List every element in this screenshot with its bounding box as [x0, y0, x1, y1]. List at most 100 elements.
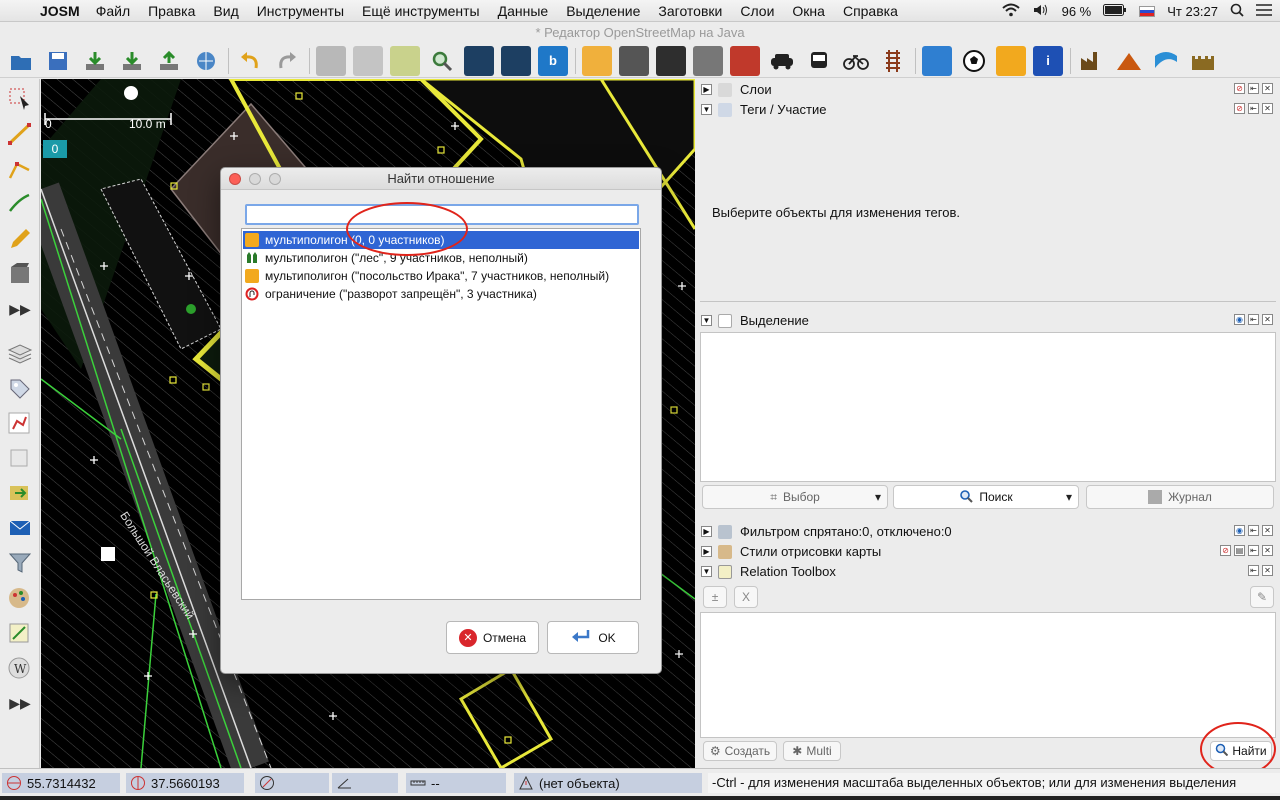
- close-window-button[interactable]: [229, 173, 241, 185]
- preferences-globe-icon[interactable]: [191, 46, 221, 76]
- cancel-button[interactable]: ✕ Отмена: [446, 621, 539, 654]
- bus-icon[interactable]: [804, 46, 834, 76]
- selection-panel-header[interactable]: ▼ Выделение ◉ ⇤ ✕: [701, 311, 1275, 330]
- zoom-window-button[interactable]: [269, 173, 281, 185]
- menu-edit[interactable]: Правка: [148, 3, 195, 19]
- spotlight-search-icon[interactable]: [1230, 3, 1244, 20]
- menu-presets[interactable]: Заготовки: [658, 3, 722, 19]
- shop-icon[interactable]: [996, 45, 1026, 76]
- add-to-relation-button[interactable]: ±: [703, 586, 727, 608]
- collapse-toggle-icon[interactable]: ▼: [701, 315, 712, 326]
- styles-panel-header[interactable]: ▶ Стили отрисовки карты ⊘ ▤ ⇤ ✕: [701, 542, 1275, 561]
- dialog-titlebar[interactable]: Найти отношение: [221, 168, 661, 190]
- wifi-icon[interactable]: [1001, 3, 1020, 20]
- upload-icon[interactable]: [154, 46, 184, 76]
- map-paint-styles-icon[interactable]: [5, 583, 35, 613]
- commands-toggle-icon[interactable]: [5, 443, 35, 473]
- close-panel-icon[interactable]: ✕: [1262, 103, 1273, 114]
- menu-tools[interactable]: Инструменты: [257, 3, 344, 19]
- collapse-toggle-icon[interactable]: ▼: [701, 566, 712, 577]
- water-icon[interactable]: [1151, 46, 1181, 76]
- copy-icon[interactable]: [316, 45, 346, 76]
- close-panel-icon[interactable]: ✕: [1262, 314, 1273, 325]
- conflict-toggle-icon[interactable]: [5, 478, 35, 508]
- undo-icon[interactable]: [235, 46, 265, 76]
- save-icon[interactable]: [43, 46, 73, 76]
- tags-toggle-icon[interactable]: [5, 373, 35, 403]
- pencil-icon[interactable]: [5, 224, 35, 254]
- peak-icon[interactable]: [1114, 46, 1144, 76]
- select-mode-icon[interactable]: [5, 84, 35, 114]
- collapse-toggle-icon[interactable]: ▼: [701, 104, 712, 115]
- menu-data[interactable]: Данные: [498, 3, 549, 19]
- print-icon[interactable]: [353, 45, 383, 76]
- wikipedia-toggle-icon[interactable]: W: [5, 653, 35, 683]
- clock[interactable]: Чт 23:27: [1167, 4, 1218, 19]
- car-icon[interactable]: [767, 46, 797, 76]
- layer-badge[interactable]: 0: [43, 140, 67, 158]
- validator-toggle-icon[interactable]: [5, 513, 35, 543]
- list-item[interactable]: ограничение ("разворот запрещён", 3 учас…: [243, 285, 639, 303]
- close-panel-icon[interactable]: ✕: [1262, 525, 1273, 536]
- multi-button[interactable]: ✱ Multi: [783, 741, 841, 761]
- menu-selection[interactable]: Выделение: [566, 3, 640, 19]
- relation-toolbox-header[interactable]: ▼ Relation Toolbox ⇤ ✕: [701, 562, 1275, 581]
- detach-panel-icon[interactable]: ⇤: [1248, 314, 1259, 325]
- more-panels-icon[interactable]: ▶▶: [5, 688, 35, 718]
- more-modes-icon[interactable]: ▶▶: [5, 294, 35, 324]
- menu-help[interactable]: Справка: [843, 3, 898, 19]
- app-menu[interactable]: JOSM: [40, 3, 80, 19]
- barrier-icon[interactable]: [730, 45, 760, 76]
- expand-toggle-icon[interactable]: ▶: [701, 546, 712, 557]
- download-icon[interactable]: [80, 46, 110, 76]
- menu-view[interactable]: Вид: [213, 3, 238, 19]
- layers-toggle-icon[interactable]: [5, 338, 35, 368]
- list-item[interactable]: мультиполигон ("посольство Ирака", 7 уча…: [243, 267, 639, 285]
- battery-icon[interactable]: [1103, 3, 1127, 19]
- zoom-icon[interactable]: [427, 46, 457, 76]
- football-icon[interactable]: [959, 46, 989, 76]
- selection-toggle-icon[interactable]: [5, 408, 35, 438]
- settings-panel-icon[interactable]: ▤: [1234, 545, 1245, 556]
- relation-toolbox-toggle-icon[interactable]: [5, 618, 35, 648]
- tags-panel-header[interactable]: ▼ Теги / Участие ⊘ ⇤ ✕: [701, 100, 1275, 119]
- road-icon[interactable]: [582, 45, 612, 76]
- volume-icon[interactable]: [1032, 3, 1050, 20]
- menu-more-tools[interactable]: Ещё инструменты: [362, 3, 480, 19]
- close-panel-icon[interactable]: ✕: [1262, 565, 1273, 576]
- filter-toggle-icon[interactable]: [5, 548, 35, 578]
- clear-chosen-relation-button[interactable]: X: [734, 586, 758, 608]
- junction-icon[interactable]: [693, 45, 723, 76]
- close-panel-icon[interactable]: ✕: [1262, 545, 1273, 556]
- minimize-window-button[interactable]: [249, 173, 261, 185]
- detach-panel-icon[interactable]: ⇤: [1248, 103, 1259, 114]
- imagery-icon[interactable]: [464, 45, 494, 76]
- filter-panel-header[interactable]: ▶ Фильтром спрятано:0, отключено:0 ◉ ⇤ ✕: [701, 522, 1275, 541]
- parallel-way-icon[interactable]: [5, 189, 35, 219]
- notification-center-icon[interactable]: [1256, 3, 1272, 19]
- input-language-flag-icon[interactable]: [1139, 5, 1156, 17]
- ok-button[interactable]: OK: [547, 621, 639, 654]
- expand-toggle-icon[interactable]: ▶: [701, 526, 712, 537]
- hotel-icon[interactable]: [922, 45, 952, 76]
- menu-file[interactable]: Файл: [96, 3, 130, 19]
- highway-icon[interactable]: [619, 45, 649, 76]
- hide-panel-icon[interactable]: ⊘: [1234, 103, 1245, 114]
- building-tool-icon[interactable]: [5, 259, 35, 289]
- draw-line-icon[interactable]: [5, 119, 35, 149]
- show-panel-icon[interactable]: ◉: [1234, 525, 1245, 536]
- create-relation-button[interactable]: ⚙ Создать: [703, 741, 777, 761]
- edit-relation-button[interactable]: ✎: [1250, 586, 1274, 608]
- open-icon[interactable]: [6, 46, 36, 76]
- detach-panel-icon[interactable]: ⇤: [1248, 525, 1259, 536]
- detach-panel-icon[interactable]: ⇤: [1248, 545, 1259, 556]
- hide-panel-icon[interactable]: ⊘: [1234, 83, 1245, 94]
- motorway-icon[interactable]: [656, 45, 686, 76]
- redo-icon[interactable]: [272, 46, 302, 76]
- detach-panel-icon[interactable]: ⇤: [1248, 565, 1259, 576]
- search-dropdown-button[interactable]: Поиск ▾: [893, 485, 1079, 509]
- relation-members-list[interactable]: [700, 612, 1276, 738]
- wms-icon[interactable]: [390, 45, 420, 76]
- industry-icon[interactable]: [1077, 46, 1107, 76]
- relation-list[interactable]: мультиполигон (0, 0 участников) мультипо…: [241, 228, 641, 600]
